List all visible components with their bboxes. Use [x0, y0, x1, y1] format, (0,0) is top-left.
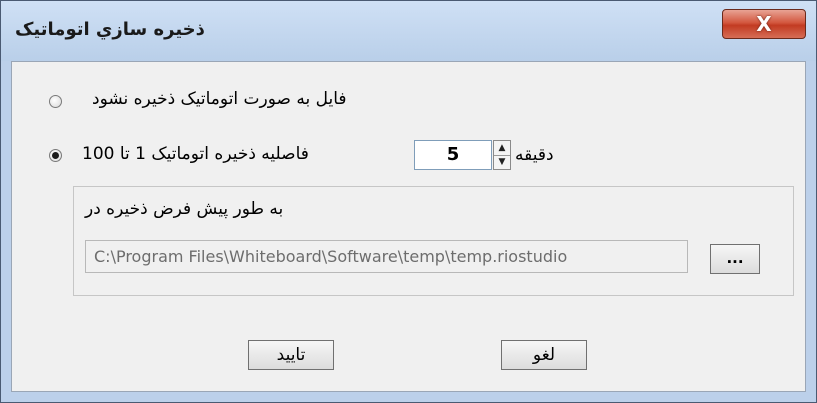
cancel-button[interactable]: لغو: [501, 340, 587, 370]
interval-spinner[interactable]: ▲ ▼: [493, 140, 511, 170]
spin-down-icon[interactable]: ▼: [494, 155, 510, 169]
ok-button[interactable]: تایید: [248, 340, 334, 370]
no-autosave-label[interactable]: فایل به صورت اتوماتیک ذخیره نشود: [92, 89, 347, 109]
interval-minutes-input[interactable]: 5: [414, 140, 492, 170]
dialog-body: فایل به صورت اتوماتیک ذخیره نشود فاصلیه …: [11, 61, 806, 392]
no-autosave-radio[interactable]: [49, 95, 62, 108]
interval-label[interactable]: فاصلیه ذخیره اتوماتیک 1 تا 100: [82, 144, 309, 164]
interval-radio[interactable]: [49, 149, 62, 162]
autosave-dialog: ذخیره سازي اتوماتیک X فایل به صورت اتوما…: [0, 0, 817, 403]
minutes-unit-label: دقیقه: [515, 145, 554, 165]
title-bar[interactable]: ذخیره سازي اتوماتیک X: [1, 1, 816, 61]
browse-button[interactable]: ...: [710, 244, 760, 274]
close-button[interactable]: X: [722, 9, 806, 39]
save-path-field[interactable]: C:\Program Files\Whiteboard\Software\tem…: [85, 240, 688, 273]
dialog-title: ذخیره سازي اتوماتیک: [15, 19, 205, 40]
spin-up-icon[interactable]: ▲: [494, 141, 510, 156]
close-icon: X: [756, 12, 772, 36]
default-location-label: به طور پیش فرض ذخیره در: [85, 199, 284, 219]
